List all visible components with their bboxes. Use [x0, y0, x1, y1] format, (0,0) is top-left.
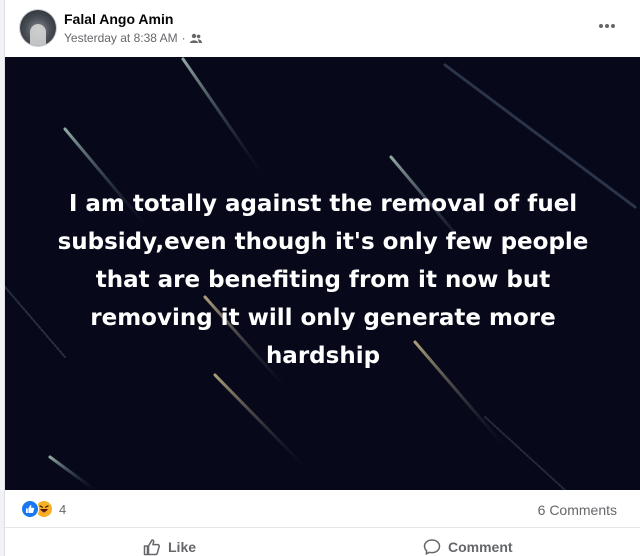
author-avatar[interactable] — [20, 10, 56, 46]
comment-label: Comment — [448, 539, 513, 555]
thumbs-up-icon — [143, 539, 160, 556]
like-label: Like — [168, 539, 197, 555]
comment-icon — [423, 539, 441, 555]
post-card: Falal Ango Amin Yesterday at 8:38 AM · I… — [4, 0, 640, 556]
meta-separator: · — [181, 31, 186, 45]
post-timestamp[interactable]: Yesterday at 8:38 AM — [64, 31, 178, 45]
reactions-summary: 4 6 Comments — [5, 490, 640, 528]
reaction-count: 4 — [59, 501, 67, 517]
like-button[interactable]: Like — [143, 538, 196, 556]
post-text: I am totally against the removal of fuel… — [57, 191, 589, 369]
reaction-icons[interactable]: 4 — [21, 500, 66, 518]
author-name[interactable]: Falal Ango Amin — [64, 11, 173, 27]
post-header: Falal Ango Amin Yesterday at 8:38 AM · — [5, 0, 640, 58]
like-reaction-icon — [21, 500, 39, 518]
more-options-icon[interactable] — [595, 16, 619, 36]
friends-icon[interactable] — [189, 33, 202, 43]
post-meta: Yesterday at 8:38 AM · — [64, 31, 202, 45]
avatar-figure — [30, 24, 46, 46]
comments-count-link[interactable]: 6 Comments — [538, 502, 617, 518]
comment-button[interactable]: Comment — [423, 538, 513, 556]
post-actions: Like Comment — [5, 528, 640, 556]
post-background: I am totally against the removal of fuel… — [5, 57, 640, 490]
